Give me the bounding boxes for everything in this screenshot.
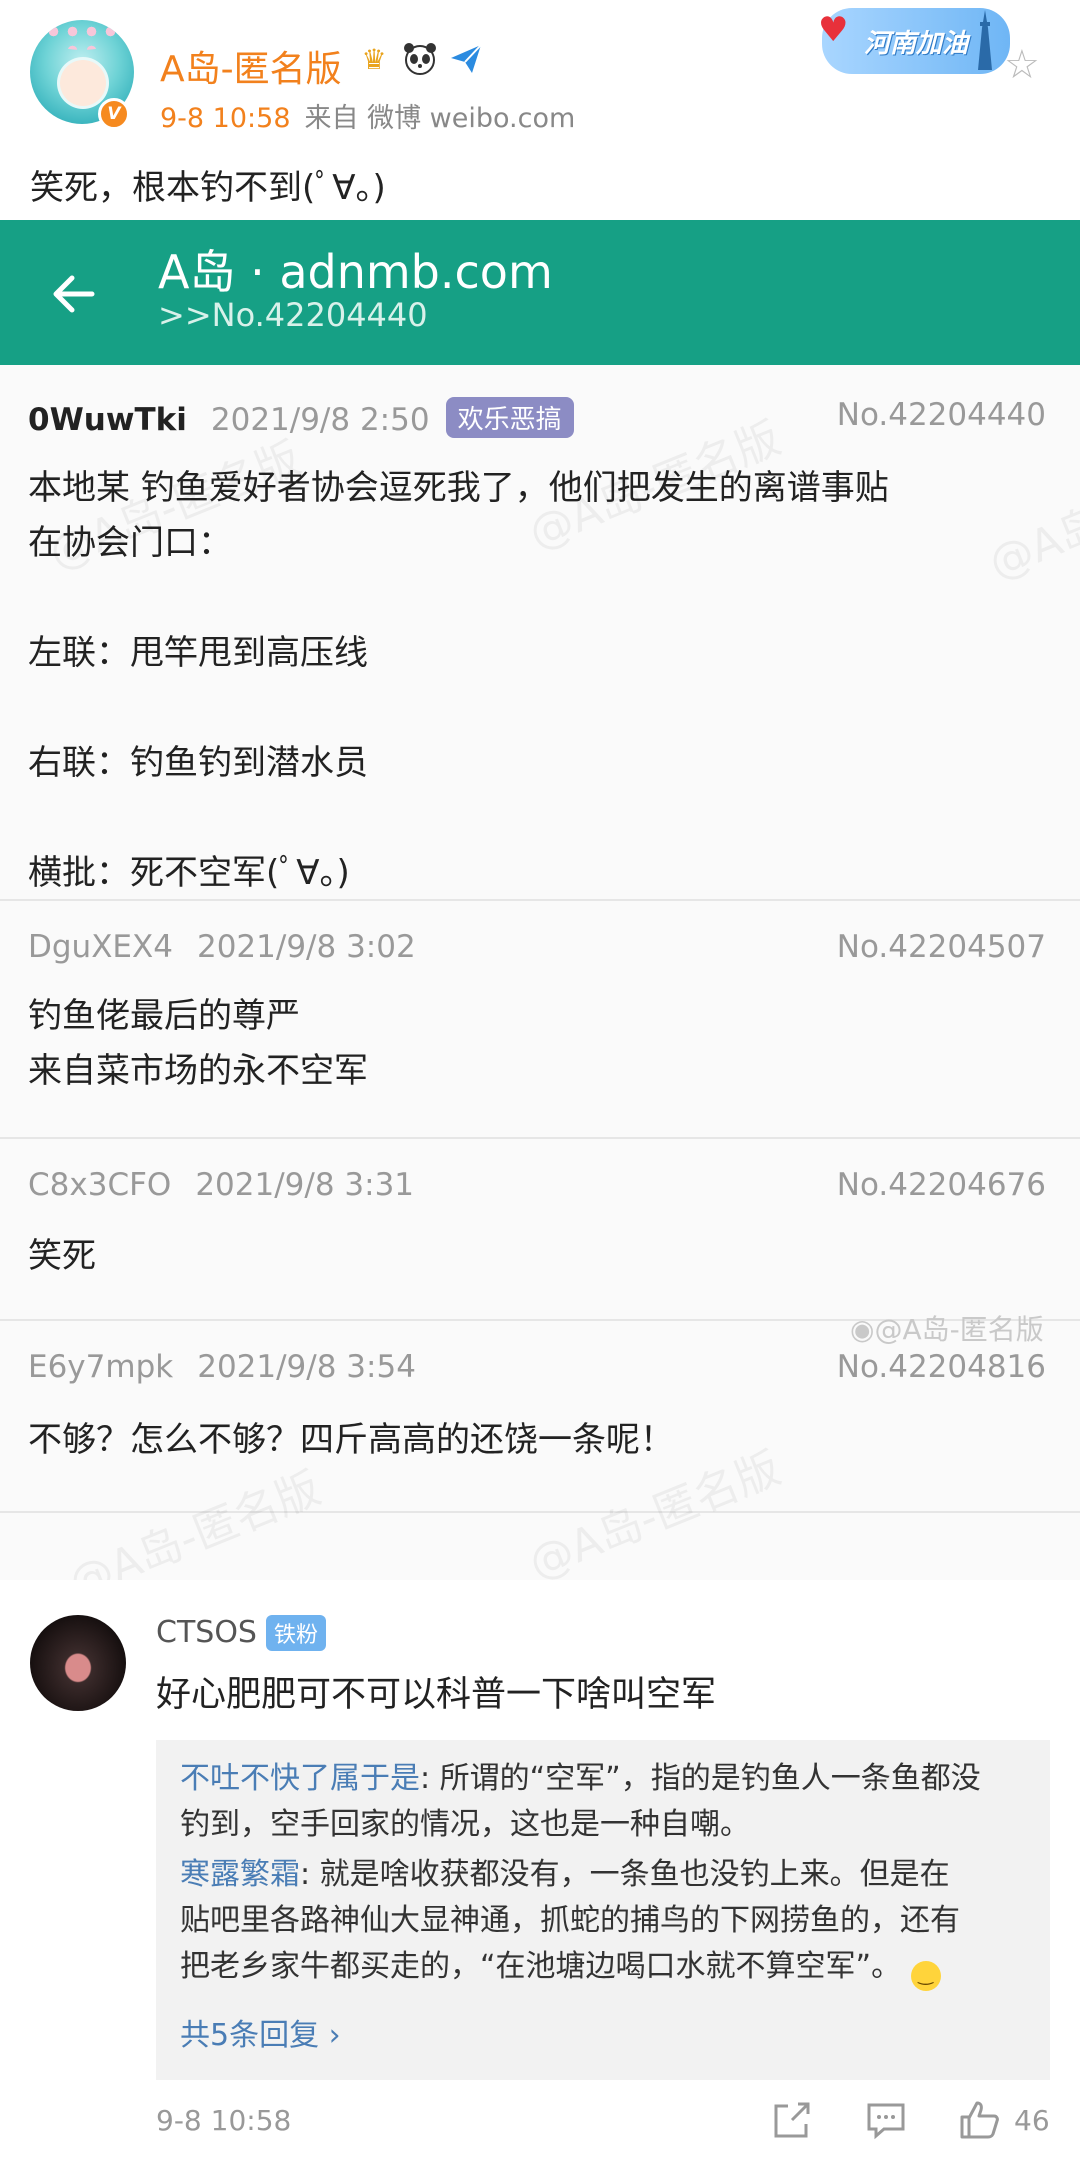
share-icon[interactable]	[770, 2098, 814, 2142]
crown-icon: ♛	[361, 42, 387, 76]
reply-date: 2021/9/8 2:50	[210, 402, 430, 438]
paper-plane-icon	[447, 40, 485, 78]
like-icon[interactable]	[958, 2098, 1002, 2142]
back-arrow-icon[interactable]	[46, 266, 102, 322]
sub-reply: 不吐不快了属于是: 所谓的“空军”，指的是钓鱼人一条鱼都没 钓到，空手回家的情况…	[180, 1756, 1030, 1848]
post-username[interactable]: A岛-匿名版	[160, 40, 342, 92]
appbar-subtitle: >>No.42204440	[158, 296, 428, 334]
thread-reply: E6y7mpk 2021/9/8 3:54 No.42204816 不够？怎么不够…	[0, 1323, 1080, 1513]
reply-body: 不够？怎么不够？四斤高高的还饶一条呢！	[28, 1413, 1048, 1468]
reply-line: 笑死	[28, 1236, 96, 1276]
reply-date: 2021/9/8 3:31	[195, 1167, 415, 1203]
sub-reply-author[interactable]: 寒露繁霜	[180, 1857, 300, 1892]
reply-number[interactable]: No.42204507	[837, 929, 1046, 965]
fan-badge: 铁粉	[266, 1615, 327, 1651]
sub-reply: 寒露繁霜: 就是啥收获都没有，一条鱼也没钓上来。但是在 贴吧里各路神仙大显神通，…	[180, 1852, 1030, 1991]
reply-line: 左联：甩竿甩到高压线	[28, 633, 368, 673]
thread-post: 0WuwTki 2021/9/8 2:50 欢乐恶搞 No.42204440 本地某…	[0, 365, 1080, 901]
favorite-star-icon[interactable]: ☆	[1004, 42, 1040, 88]
reply-uid[interactable]: C8x3CFO	[28, 1167, 171, 1203]
post-meta: 9-8 10:58 来自 微博 weibo.com	[160, 96, 575, 135]
reply-uid[interactable]: 0WuwTki	[28, 402, 187, 438]
sub-reply-line: : 就是啥收获都没有，一条鱼也没钓上来。但是在	[300, 1857, 950, 1892]
post-header: V A岛-匿名版 ♛ 9-8 10:58 来自 微博 weibo.com 河南加油…	[0, 0, 1080, 220]
reply-meta: 0WuwTki 2021/9/8 2:50 欢乐恶搞	[28, 397, 574, 438]
sub-reply-author[interactable]: 不吐不快了属于是	[180, 1761, 420, 1796]
reply-line: 横批：死不空军(ﾟ∀。)	[28, 853, 350, 893]
reply-meta: C8x3CFO 2021/9/8 3:31	[28, 1167, 414, 1203]
reply-number[interactable]: No.42204676	[837, 1167, 1046, 1203]
reply-blank-line	[28, 571, 1048, 626]
reply-date: 2021/9/8 3:54	[197, 1349, 416, 1385]
thread-reply: C8x3CFO 2021/9/8 3:31 No.42204676 笑死	[0, 1141, 1080, 1321]
reply-meta: DguXEX4 2021/9/8 3:02	[28, 929, 416, 965]
weibo-watermark: ◉@A岛-匿名版	[850, 1308, 1044, 1348]
sub-reply-line: 把老乡家牛都买走的，“在池塘边喝口水就不算空军”。	[180, 1949, 902, 1984]
weibo-logo-icon: ◉	[850, 1313, 875, 1346]
embedded-screenshot: A岛 · adnmb.com >>No.42204440 0WuwTki 2021…	[0, 220, 1080, 1580]
post-text: 笑死，根本钓不到(ﾟ∀。)	[30, 168, 386, 208]
reply-uid[interactable]: DguXEX4	[28, 929, 173, 965]
reply-blank-line	[28, 681, 1048, 736]
heart-icon: ♥	[818, 10, 849, 50]
reply-line: 来自菜市场的永不空军	[28, 1051, 368, 1091]
appbar-title: A岛 · adnmb.com	[158, 245, 553, 299]
panda-icon	[401, 40, 439, 78]
reply-body: 笑死	[28, 1229, 1048, 1284]
username-icons: ♛	[355, 40, 485, 78]
reply-number[interactable]: No.42204816	[837, 1349, 1046, 1385]
sub-replies-box: 不吐不快了属于是: 所谓的“空军”，指的是钓鱼人一条鱼都没 钓到，空手回家的情况…	[156, 1740, 1050, 2080]
thread-appbar: A岛 · adnmb.com >>No.42204440	[0, 220, 1080, 365]
reply-line: 右联：钓鱼钓到潜水员	[28, 743, 368, 783]
thread-reply: DguXEX4 2021/9/8 3:02 No.42204507 钓鱼佬最后的尊…	[0, 903, 1080, 1139]
tower-icon	[978, 10, 992, 70]
reply-date: 2021/9/8 3:02	[196, 929, 416, 965]
post-time: 9-8 10:58	[160, 103, 291, 134]
verified-badge-icon: V	[98, 98, 130, 130]
reply-meta: E6y7mpk 2021/9/8 3:54	[28, 1349, 416, 1385]
more-replies-link[interactable]: 共5条回复 ›	[180, 2010, 341, 2054]
comment-time: 9-8 10:58	[156, 2104, 292, 2137]
sub-reply-line: : 所谓的“空军”，指的是钓鱼人一条鱼都没	[420, 1761, 981, 1796]
category-tag[interactable]: 欢乐恶搞	[445, 397, 574, 438]
reply-line: 钓鱼佬最后的尊严	[28, 996, 300, 1036]
sub-reply-line: 钓到，空手回家的情况，这也是一种自嘲。	[180, 1807, 750, 1842]
post-source[interactable]: 来自 微博 weibo.com	[305, 103, 576, 134]
comment-icon[interactable]	[864, 2098, 908, 2142]
reply-line: 不够？怎么不够？四斤高高的还饶一条呢！	[28, 1420, 674, 1460]
comment-text: 好心肥肥可不可以科普一下啥叫空军	[156, 1675, 717, 1715]
reply-uid[interactable]: E6y7mpk	[28, 1349, 173, 1385]
reply-blank-line	[28, 791, 1048, 846]
like-count: 46	[1014, 2104, 1050, 2137]
reply-number[interactable]: No.42204440	[837, 397, 1046, 433]
reply-body: 钓鱼佬最后的尊严 来自菜市场的永不空军	[28, 989, 1048, 1099]
commenter-avatar[interactable]	[30, 1615, 126, 1711]
laughing-emoji-icon: ‿	[910, 1961, 941, 1991]
weibo-watermark-text: @A岛-匿名版	[874, 1313, 1044, 1346]
commenter-name[interactable]: CTSOS	[156, 1615, 257, 1650]
sub-reply-line: 贴吧里各路神仙大显神通，抓蛇的捕鸟的下网捞鱼的，还有	[180, 1903, 960, 1938]
